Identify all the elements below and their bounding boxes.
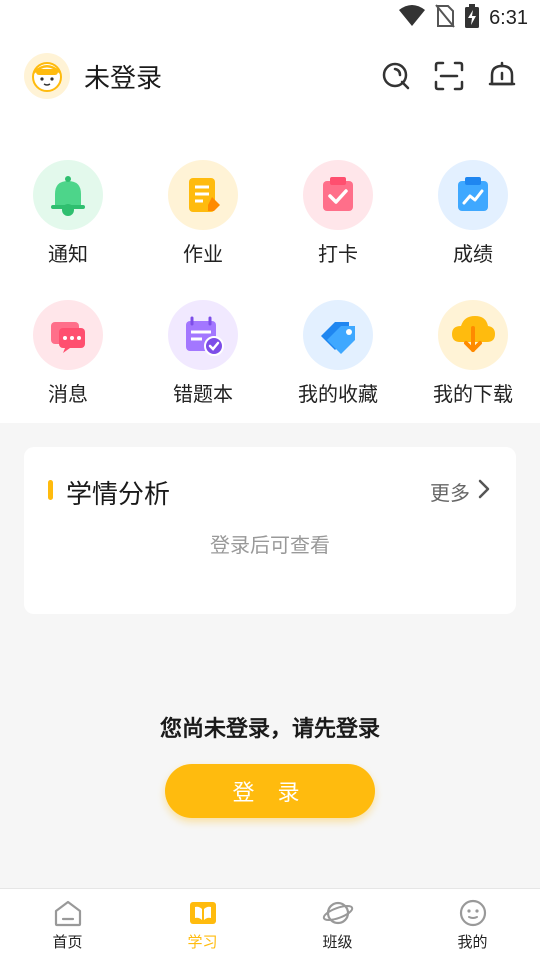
download-icon (438, 300, 508, 370)
bell-icon[interactable] (486, 60, 518, 92)
grid-item-notification[interactable]: 通知 (8, 160, 128, 280)
profile-face-icon (405, 899, 540, 927)
more-label: 更多 (430, 481, 470, 505)
login-status-title[interactable]: 未登录 (84, 58, 162, 95)
nav-item-home[interactable]: 首页 (0, 899, 135, 952)
grid-item-favorites[interactable]: 我的收藏 (278, 300, 398, 420)
nav-item-class[interactable]: 班级 (270, 899, 405, 952)
status-bar: 6:31 (0, 0, 540, 36)
nav-item-study[interactable]: 学习 (135, 899, 270, 952)
grid-label: 成绩 (453, 242, 493, 266)
nav-label: 班级 (322, 933, 353, 951)
learning-analysis-card: 学情分析 更多 登录后可查看 (24, 447, 516, 614)
no-sim-icon (435, 4, 455, 32)
grid-label: 打卡 (318, 242, 358, 266)
title-accent-bar (48, 480, 53, 500)
nav-item-profile[interactable]: 我的 (405, 899, 540, 952)
login-button[interactable]: 登 录 (165, 764, 375, 818)
grid-label: 我的下载 (433, 382, 513, 406)
avatar[interactable] (24, 53, 70, 99)
avatar-face-icon (32, 62, 62, 92)
home-icon (0, 899, 135, 927)
check-in-icon (303, 160, 373, 230)
grades-icon (438, 160, 508, 230)
grid-label: 作业 (183, 242, 223, 266)
grid-label: 通知 (48, 242, 88, 266)
scan-icon[interactable] (433, 60, 465, 92)
login-hint: 登录后可查看 (210, 533, 330, 557)
wifi-icon (399, 5, 426, 31)
grid-item-message[interactable]: 消息 (8, 300, 128, 420)
homework-icon (168, 160, 238, 230)
grid-item-download[interactable]: 我的下载 (413, 300, 533, 420)
grid-label: 消息 (48, 382, 88, 406)
nav-label: 我的 (457, 933, 488, 951)
nav-label: 学习 (187, 933, 218, 951)
favorites-icon (303, 300, 373, 370)
grid-item-check-in[interactable]: 打卡 (278, 160, 398, 280)
grid-item-grades[interactable]: 成绩 (413, 160, 533, 280)
chevron-right-icon (478, 479, 490, 504)
grid-item-homework[interactable]: 作业 (143, 160, 263, 280)
clock-time: 6:31 (489, 6, 528, 29)
more-link[interactable]: 更多 (430, 477, 490, 506)
class-planet-icon (270, 899, 405, 927)
card-title: 学情分析 (66, 480, 171, 510)
message-icon (33, 300, 103, 370)
grid-label: 我的收藏 (298, 382, 378, 406)
grid-label: 错题本 (173, 382, 233, 406)
mistake-book-icon (168, 300, 238, 370)
login-prompt: 您尚未登录，请先登录 (159, 717, 380, 742)
study-book-icon (135, 899, 270, 927)
battery-charging-icon (465, 4, 480, 32)
bottom-nav: 首页 学习 班级 我的 (0, 888, 540, 960)
nav-label: 首页 (52, 933, 83, 951)
search-icon[interactable] (380, 60, 412, 92)
header: 未登录 (0, 50, 540, 104)
grid-item-mistake-book[interactable]: 错题本 (143, 300, 263, 420)
notification-bell-icon (33, 160, 103, 230)
